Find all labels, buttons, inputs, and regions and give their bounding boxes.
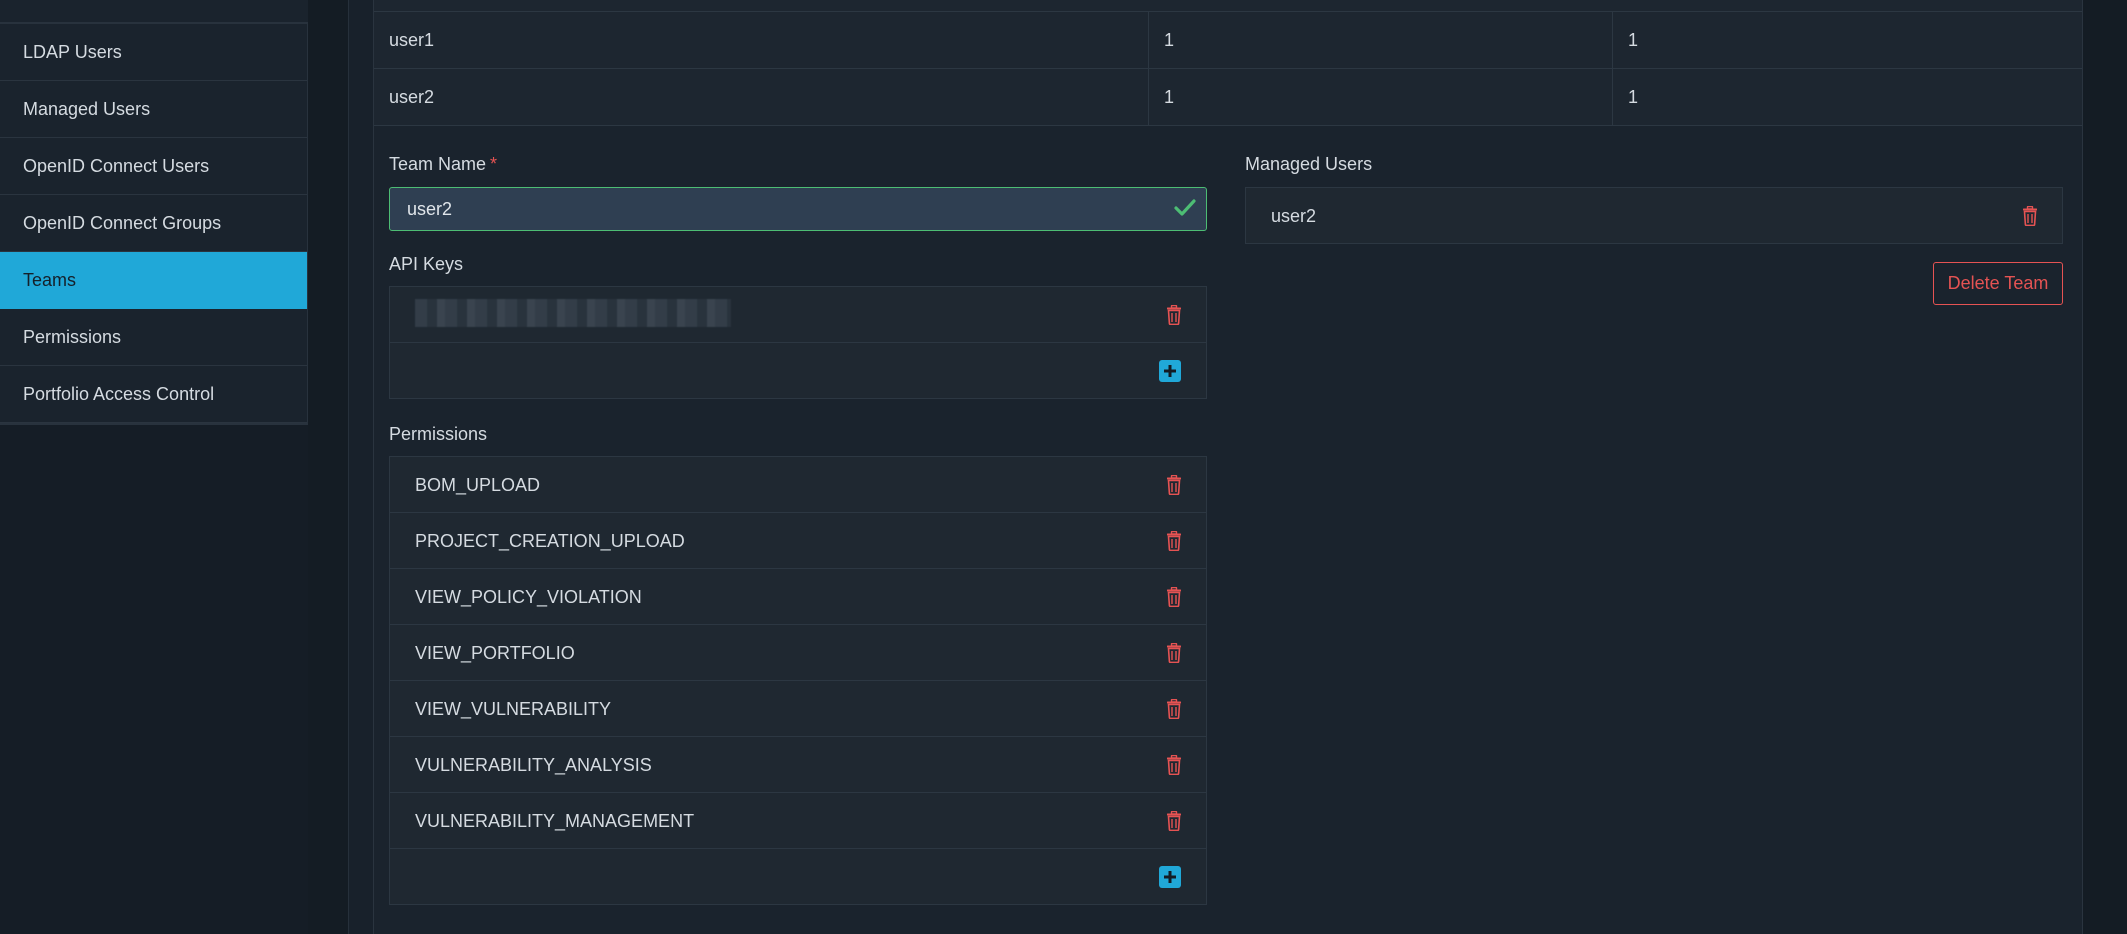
trash-icon[interactable] bbox=[1166, 755, 1182, 775]
plus-square-icon[interactable] bbox=[1159, 866, 1181, 888]
trash-icon[interactable] bbox=[2022, 206, 2038, 226]
sidebar-item-permissions[interactable]: Permissions bbox=[0, 309, 307, 366]
permission-item: VULNERABILITY_MANAGEMENT bbox=[389, 792, 1207, 849]
check-icon bbox=[1174, 199, 1196, 216]
team-name-label: Team Name * bbox=[389, 154, 497, 175]
teams-panel: user1 1 1 user2 1 1 Team Name* API Keys bbox=[373, 0, 2083, 934]
count-cell: 1 bbox=[1149, 12, 1613, 68]
managed-users-label: Managed Users bbox=[1245, 154, 1373, 174]
permission-item: VIEW_PORTFOLIO bbox=[389, 624, 1207, 681]
count-cell: 1 bbox=[1149, 69, 1613, 125]
trash-icon[interactable] bbox=[1166, 587, 1182, 607]
permission-item: VIEW_VULNERABILITY bbox=[389, 680, 1207, 737]
permission-name: VIEW_PORTFOLIO bbox=[415, 643, 575, 663]
table-header-edge bbox=[374, 0, 2082, 12]
managed-user-name: user2 bbox=[1271, 206, 1317, 226]
permissions-list: BOM_UPLOAD PROJECT_CREATION_UPLOAD VIEW_… bbox=[389, 456, 1207, 905]
permission-name: PROJECT_CREATION_UPLOAD bbox=[415, 531, 685, 551]
sidebar-item-portfolio-access-control[interactable]: Portfolio Access Control bbox=[0, 366, 307, 423]
permission-item: PROJECT_CREATION_UPLOAD bbox=[389, 512, 1207, 569]
sidebar-item-teams[interactable]: Teams bbox=[0, 252, 307, 309]
delete-team-button[interactable]: Delete Team bbox=[1933, 262, 2063, 305]
permission-name: BOM_UPLOAD bbox=[415, 475, 541, 495]
sidebar-item-openid-connect-groups[interactable]: OpenID Connect Groups bbox=[0, 195, 307, 252]
permission-item: BOM_UPLOAD bbox=[389, 456, 1207, 513]
redacted-api-key bbox=[415, 299, 731, 327]
sidebar: LDAP Users Managed Users OpenID Connect … bbox=[0, 0, 308, 934]
team-name-input[interactable] bbox=[405, 188, 1169, 231]
api-keys-list bbox=[389, 286, 1207, 399]
trash-icon[interactable] bbox=[1166, 475, 1182, 495]
sidebar-top-edge bbox=[0, 0, 308, 24]
team-name-label-text: Team Name bbox=[389, 154, 487, 174]
trash-icon[interactable] bbox=[1166, 811, 1182, 831]
trash-icon[interactable] bbox=[1166, 699, 1182, 719]
permission-item: VIEW_POLICY_VIOLATION bbox=[389, 568, 1207, 625]
permission-item: VULNERABILITY_ANALYSIS bbox=[389, 736, 1207, 793]
team-name-cell: user1 bbox=[374, 12, 1149, 68]
team-name-cell: user2 bbox=[374, 69, 1149, 125]
permission-name: VULNERABILITY_MANAGEMENT bbox=[415, 811, 695, 831]
permissions-label: Permissions bbox=[389, 424, 488, 444]
add-api-key-row bbox=[389, 342, 1207, 399]
team-details-form: Team Name* API Keys bbox=[374, 126, 2082, 926]
managed-user-item: user2 bbox=[1245, 187, 2063, 244]
permission-name: VIEW_POLICY_VIOLATION bbox=[415, 587, 642, 607]
required-marker: * bbox=[490, 154, 498, 174]
permission-name: VULNERABILITY_ANALYSIS bbox=[415, 755, 652, 775]
sidebar-item-ldap-users[interactable]: LDAP Users bbox=[0, 24, 307, 81]
sidebar-nav: LDAP Users Managed Users OpenID Connect … bbox=[0, 24, 308, 425]
add-permission-row bbox=[389, 848, 1207, 905]
sidebar-item-managed-users[interactable]: Managed Users bbox=[0, 81, 307, 138]
api-keys-label: API Keys bbox=[389, 254, 464, 274]
trash-icon[interactable] bbox=[1166, 643, 1182, 663]
plus-square-icon[interactable] bbox=[1159, 360, 1181, 382]
api-key-item bbox=[389, 286, 1207, 343]
trash-icon[interactable] bbox=[1166, 305, 1182, 325]
sidebar-item-openid-connect-users[interactable]: OpenID Connect Users bbox=[0, 138, 307, 195]
permission-name: VIEW_VULNERABILITY bbox=[415, 699, 612, 719]
count-cell: 1 bbox=[1628, 87, 1639, 107]
team-name-field[interactable] bbox=[389, 187, 1207, 231]
table-row[interactable]: user2 1 1 bbox=[374, 69, 2082, 126]
count-cell: 1 bbox=[1628, 30, 1639, 50]
table-row[interactable]: user1 1 1 bbox=[374, 12, 2082, 69]
trash-icon[interactable] bbox=[1166, 531, 1182, 551]
